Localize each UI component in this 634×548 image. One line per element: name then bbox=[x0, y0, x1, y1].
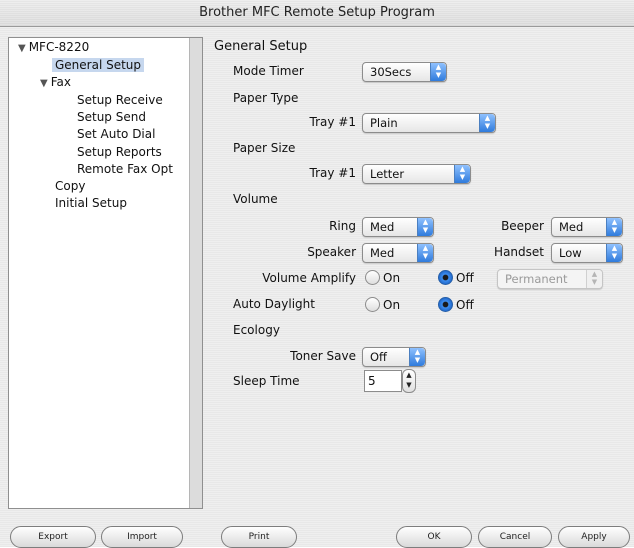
tree-item-set-auto-dial[interactable]: Set Auto Dial bbox=[77, 127, 155, 141]
speaker-label: Speaker bbox=[307, 245, 356, 259]
toner-save-label: Toner Save bbox=[290, 349, 356, 363]
tree-item-label: General Setup bbox=[55, 58, 142, 72]
tree-item-setup-reports[interactable]: Setup Reports bbox=[77, 145, 162, 159]
ring-label: Ring bbox=[329, 219, 356, 233]
popup-arrows-icon: ▲ ▼ bbox=[409, 348, 425, 366]
tree-scrollbar[interactable] bbox=[189, 38, 202, 508]
popup-arrows-icon: ▲ ▼ bbox=[417, 218, 433, 236]
popup-arrows-icon: ▲ ▼ bbox=[606, 244, 622, 262]
tree-item-label: Set Auto Dial bbox=[77, 127, 156, 141]
volume-amplify-mode-popup: Permanent ▲ ▼ bbox=[497, 269, 603, 289]
tree-item-label: Copy bbox=[55, 179, 86, 193]
popup-value: Letter bbox=[370, 167, 405, 181]
ecology-label: Ecology bbox=[233, 323, 280, 337]
popup-value: 30Secs bbox=[370, 65, 412, 79]
export-button[interactable]: Export bbox=[10, 526, 96, 548]
volume-label: Volume bbox=[233, 192, 278, 206]
paper-type-label: Paper Type bbox=[233, 91, 299, 105]
tree-item-remote-fax-opt[interactable]: Remote Fax Opt bbox=[77, 162, 173, 176]
tree-item-label: Setup Receive bbox=[77, 93, 163, 107]
tree-item-copy[interactable]: Copy bbox=[55, 179, 85, 193]
paper-type-tray-label: Tray #1 bbox=[309, 115, 356, 129]
beeper-popup[interactable]: Med ▲ ▼ bbox=[551, 217, 623, 237]
popup-value: Permanent bbox=[505, 272, 568, 286]
popup-arrows-icon: ▲ ▼ bbox=[479, 114, 495, 132]
tree-item-label: Fax bbox=[50, 75, 71, 89]
apply-button[interactable]: Apply bbox=[558, 526, 630, 548]
volume-amplify-off-radio[interactable] bbox=[438, 270, 453, 285]
mode-timer-label: Mode Timer bbox=[233, 64, 304, 78]
popup-value: Med bbox=[559, 220, 584, 234]
popup-value: Med bbox=[370, 220, 395, 234]
ok-button[interactable]: OK bbox=[396, 526, 472, 548]
popup-value: Off bbox=[370, 350, 387, 364]
expand-triangle-icon[interactable]: ▼ bbox=[18, 43, 26, 54]
toner-save-popup[interactable]: Off ▲ ▼ bbox=[362, 347, 426, 367]
tree-item-setup-receive[interactable]: Setup Receive bbox=[77, 93, 163, 107]
tree-item-general-setup[interactable]: General Setup bbox=[52, 58, 145, 72]
tree-item-label: Setup Send bbox=[77, 110, 146, 124]
beeper-label: Beeper bbox=[501, 219, 544, 233]
paper-size-popup[interactable]: Letter ▲ ▼ bbox=[362, 164, 471, 184]
cancel-button[interactable]: Cancel bbox=[478, 526, 552, 548]
popup-arrows-icon: ▲ ▼ bbox=[606, 218, 622, 236]
popup-value: Med bbox=[370, 246, 395, 260]
volume-amplify-label: Volume Amplify bbox=[262, 271, 356, 285]
handset-popup[interactable]: Low ▲ ▼ bbox=[551, 243, 623, 263]
popup-value: Plain bbox=[370, 116, 398, 130]
volume-amplify-on-label: On bbox=[383, 271, 401, 285]
window-title: Brother MFC Remote Setup Program bbox=[199, 5, 435, 20]
paper-type-popup[interactable]: Plain ▲ ▼ bbox=[362, 113, 496, 133]
auto-daylight-on-radio[interactable] bbox=[365, 297, 380, 312]
paper-size-tray-label: Tray #1 bbox=[309, 166, 356, 180]
speaker-popup[interactable]: Med ▲ ▼ bbox=[362, 243, 434, 263]
volume-amplify-on-radio[interactable] bbox=[365, 270, 380, 285]
panel-heading: General Setup bbox=[214, 39, 308, 54]
print-button[interactable]: Print bbox=[221, 526, 297, 548]
tree-item-initial-setup[interactable]: Initial Setup bbox=[55, 196, 127, 210]
tree-item-label: Initial Setup bbox=[55, 196, 127, 210]
tree-item-fax[interactable]: ▼ Fax bbox=[40, 75, 71, 89]
auto-daylight-off-radio[interactable] bbox=[438, 297, 453, 312]
volume-amplify-off-label: Off bbox=[456, 271, 474, 285]
popup-arrows-icon: ▲ ▼ bbox=[430, 63, 446, 81]
tree-item-label: Remote Fax Opt bbox=[77, 162, 173, 176]
sleep-time-value: 5 bbox=[368, 374, 376, 388]
handset-label: Handset bbox=[494, 245, 544, 259]
auto-daylight-label: Auto Daylight bbox=[233, 297, 315, 311]
tree-item-mfc[interactable]: ▼ MFC-8220 bbox=[18, 40, 89, 54]
title-bar: Brother MFC Remote Setup Program bbox=[0, 0, 634, 27]
popup-arrows-icon: ▲ ▼ bbox=[586, 270, 602, 288]
mode-timer-popup[interactable]: 30Secs ▲ ▼ bbox=[362, 62, 447, 82]
tree-item-setup-send[interactable]: Setup Send bbox=[77, 110, 146, 124]
tree-item-label: Setup Reports bbox=[77, 145, 162, 159]
import-button[interactable]: Import bbox=[101, 526, 183, 548]
ring-popup[interactable]: Med ▲ ▼ bbox=[362, 217, 434, 237]
auto-daylight-on-label: On bbox=[383, 298, 401, 312]
tree-item-label: MFC-8220 bbox=[28, 40, 90, 54]
popup-arrows-icon: ▲ ▼ bbox=[417, 244, 433, 262]
expand-triangle-icon[interactable]: ▼ bbox=[40, 78, 48, 89]
sleep-time-field[interactable]: 5 bbox=[364, 370, 402, 392]
auto-daylight-off-label: Off bbox=[456, 298, 474, 312]
popup-value: Low bbox=[559, 246, 582, 260]
settings-tree bbox=[8, 37, 203, 509]
sleep-time-stepper-icon[interactable]: ▲ ▼ bbox=[402, 369, 416, 393]
sleep-time-label: Sleep Time bbox=[233, 374, 300, 388]
paper-size-label: Paper Size bbox=[233, 141, 296, 155]
popup-arrows-icon: ▲ ▼ bbox=[454, 165, 470, 183]
